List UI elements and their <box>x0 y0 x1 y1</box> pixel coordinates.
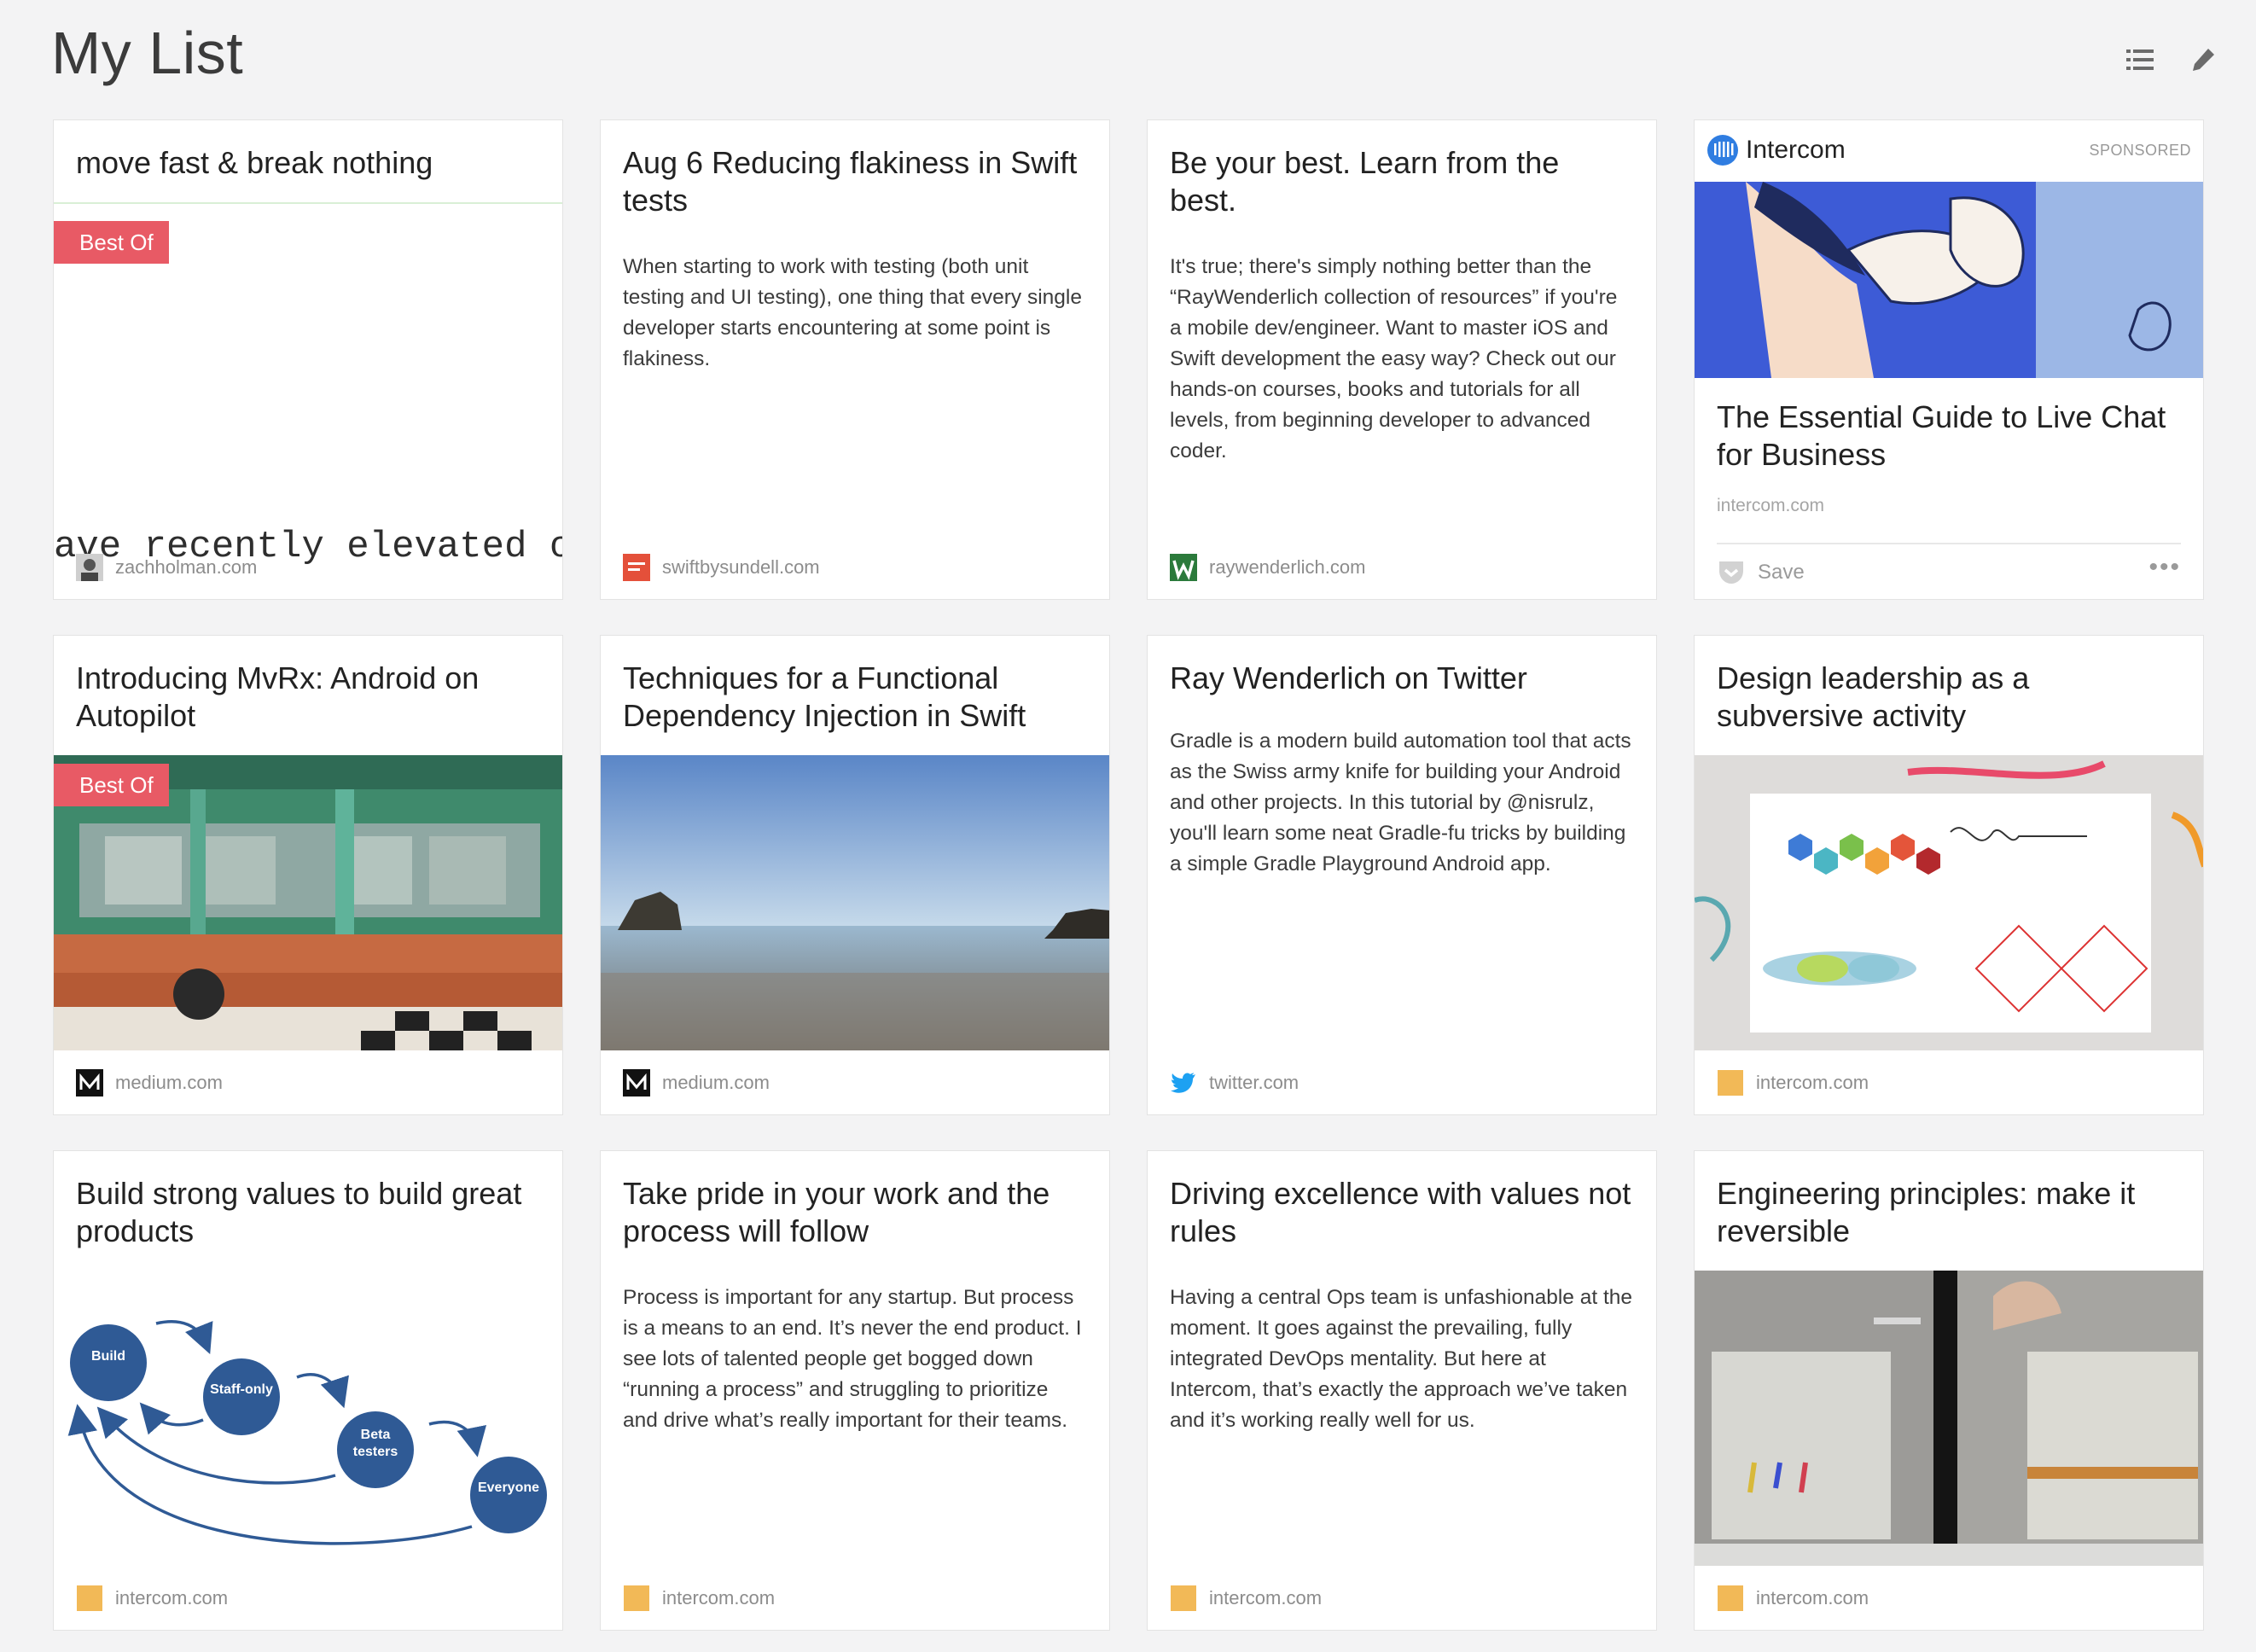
diagram-node-label: Beta testers <box>352 1428 398 1459</box>
card-title[interactable]: Engineering principles: make it reversib… <box>1717 1175 2181 1250</box>
domain-link[interactable]: twitter.com <box>1209 1072 1299 1094</box>
card-title[interactable]: Design leadership as a subversive activi… <box>1717 660 2181 735</box>
pencil-icon[interactable] <box>2188 44 2218 75</box>
domain-link[interactable]: intercom.com <box>662 1587 775 1609</box>
design-process-diagram <box>1695 755 2203 1050</box>
diagram-node-label: Build <box>91 1349 125 1364</box>
domain-link[interactable]: intercom.com <box>1209 1587 1322 1609</box>
card-footer: medium.com <box>623 1068 770 1097</box>
sponsored-card[interactable]: Intercom SPONSORED The Essential Guide t… <box>1694 119 2204 600</box>
card-footer: zachholman.com <box>76 553 257 582</box>
card-footer: twitter.com <box>1170 1068 1299 1097</box>
diagram-node-label: Staff-only <box>210 1382 273 1397</box>
card-title[interactable]: Build strong values to build great produ… <box>76 1175 540 1250</box>
sponsor-brand[interactable]: Intercom <box>1746 136 1846 165</box>
domain-link[interactable]: intercom.com <box>1756 1072 1869 1094</box>
intercom-square-icon <box>1717 1069 1744 1096</box>
article-card[interactable]: Driving excellence with values not rules… <box>1147 1150 1657 1631</box>
diagram-node-label: Everyone <box>477 1480 540 1495</box>
card-title[interactable]: Be your best. Learn from the best. <box>1170 144 1634 219</box>
card-footer: swiftbysundell.com <box>623 553 820 582</box>
article-card[interactable]: move fast & break nothing Best Of ave re… <box>53 119 563 600</box>
save-button[interactable]: Save <box>1758 561 1805 585</box>
sponsored-header: Intercom SPONSORED <box>1707 132 2191 168</box>
article-card[interactable]: Introducing MvRx: Android on Autopilot B… <box>53 635 563 1115</box>
article-card[interactable]: Engineering principles: make it reversib… <box>1694 1150 2204 1631</box>
card-title[interactable]: The Essential Guide to Live Chat for Bus… <box>1717 398 2181 474</box>
card-title[interactable]: Aug 6 Reducing flakiness in Swift tests <box>623 144 1087 219</box>
card-excerpt: Process is important for any startup. Bu… <box>623 1286 1082 1432</box>
raywenderlich-icon <box>1170 554 1197 581</box>
card-title[interactable]: Techniques for a Functional Dependency I… <box>623 660 1087 735</box>
domain-link[interactable]: swiftbysundell.com <box>662 556 820 579</box>
card-excerpt: Having a central Ops team is unfashionab… <box>1170 1286 1633 1432</box>
card-footer: medium.com <box>76 1068 223 1097</box>
card-footer: intercom.com <box>1717 1584 1869 1613</box>
pocket-save-icon[interactable] <box>1717 559 1746 586</box>
article-card[interactable]: Design leadership as a subversive activi… <box>1694 635 2204 1115</box>
intercom-square-icon <box>76 1585 103 1612</box>
article-card[interactable]: Be your best. Learn from the best. It's … <box>1147 119 1657 600</box>
card-title[interactable]: Take pride in your work and the process … <box>623 1175 1087 1250</box>
intercom-logo-icon <box>1707 135 1738 166</box>
card-footer: raywenderlich.com <box>1170 553 1365 582</box>
domain-link[interactable]: medium.com <box>662 1072 770 1094</box>
water-tanks-photo <box>1695 1271 2203 1566</box>
list-view-icon[interactable] <box>2125 44 2155 75</box>
release-flow-diagram: Build Staff-only Beta testers Everyone <box>54 1271 562 1566</box>
card-title[interactable]: Introducing MvRx: Android on Autopilot <box>76 660 540 735</box>
article-grid: move fast & break nothing Best Of ave re… <box>53 119 2204 1631</box>
sponsored-label: SPONSORED <box>2089 141 2191 159</box>
card-footer: intercom.com <box>1717 1068 1869 1097</box>
card-title[interactable]: Driving excellence with values not rules <box>1170 1175 1634 1250</box>
swift-by-sundell-icon <box>623 554 650 581</box>
divider <box>1717 543 2181 544</box>
more-options-button[interactable]: ••• <box>2148 555 2181 582</box>
avatar-icon <box>76 554 103 581</box>
beach-photo <box>601 755 1109 1050</box>
domain-link[interactable]: intercom.com <box>115 1587 228 1609</box>
domain-link[interactable]: intercom.com <box>1756 1587 1869 1609</box>
divider <box>54 202 562 204</box>
article-card[interactable]: Aug 6 Reducing flakiness in Swift tests … <box>600 119 1110 600</box>
intercom-square-icon <box>623 1585 650 1612</box>
card-excerpt: Gradle is a modern build automation tool… <box>1170 730 1631 875</box>
twitter-icon <box>1170 1069 1197 1096</box>
article-card[interactable]: Take pride in your work and the process … <box>600 1150 1110 1631</box>
best-of-badge: Best Of <box>54 764 169 806</box>
domain-link[interactable]: zachholman.com <box>115 556 257 579</box>
medium-icon <box>623 1069 650 1096</box>
card-title[interactable]: Ray Wenderlich on Twitter <box>1170 660 1634 697</box>
page-title: My List <box>51 20 244 86</box>
sponsored-illustration <box>1695 182 2203 378</box>
intercom-square-icon <box>1717 1585 1744 1612</box>
article-card[interactable]: Techniques for a Functional Dependency I… <box>600 635 1110 1115</box>
card-title[interactable]: move fast & break nothing <box>76 144 540 182</box>
card-actions: Save ••• <box>1717 555 2181 590</box>
article-card[interactable]: Ray Wenderlich on Twitter Gradle is a mo… <box>1147 635 1657 1115</box>
intercom-square-icon <box>1170 1585 1197 1612</box>
card-excerpt: It's true; there's simply nothing better… <box>1170 255 1618 462</box>
domain-link[interactable]: medium.com <box>115 1072 223 1094</box>
best-of-badge: Best Of <box>54 221 169 264</box>
domain-link[interactable]: raywenderlich.com <box>1209 556 1365 579</box>
medium-icon <box>76 1069 103 1096</box>
card-excerpt: When starting to work with testing (both… <box>623 255 1082 370</box>
card-footer: intercom.com <box>623 1584 775 1613</box>
card-footer: intercom.com <box>1170 1584 1322 1613</box>
card-footer: intercom.com <box>76 1584 228 1613</box>
domain-link[interactable]: intercom.com <box>1717 496 1824 516</box>
article-card[interactable]: Build strong values to build great produ… <box>53 1150 563 1631</box>
toolbar <box>2125 44 2218 75</box>
